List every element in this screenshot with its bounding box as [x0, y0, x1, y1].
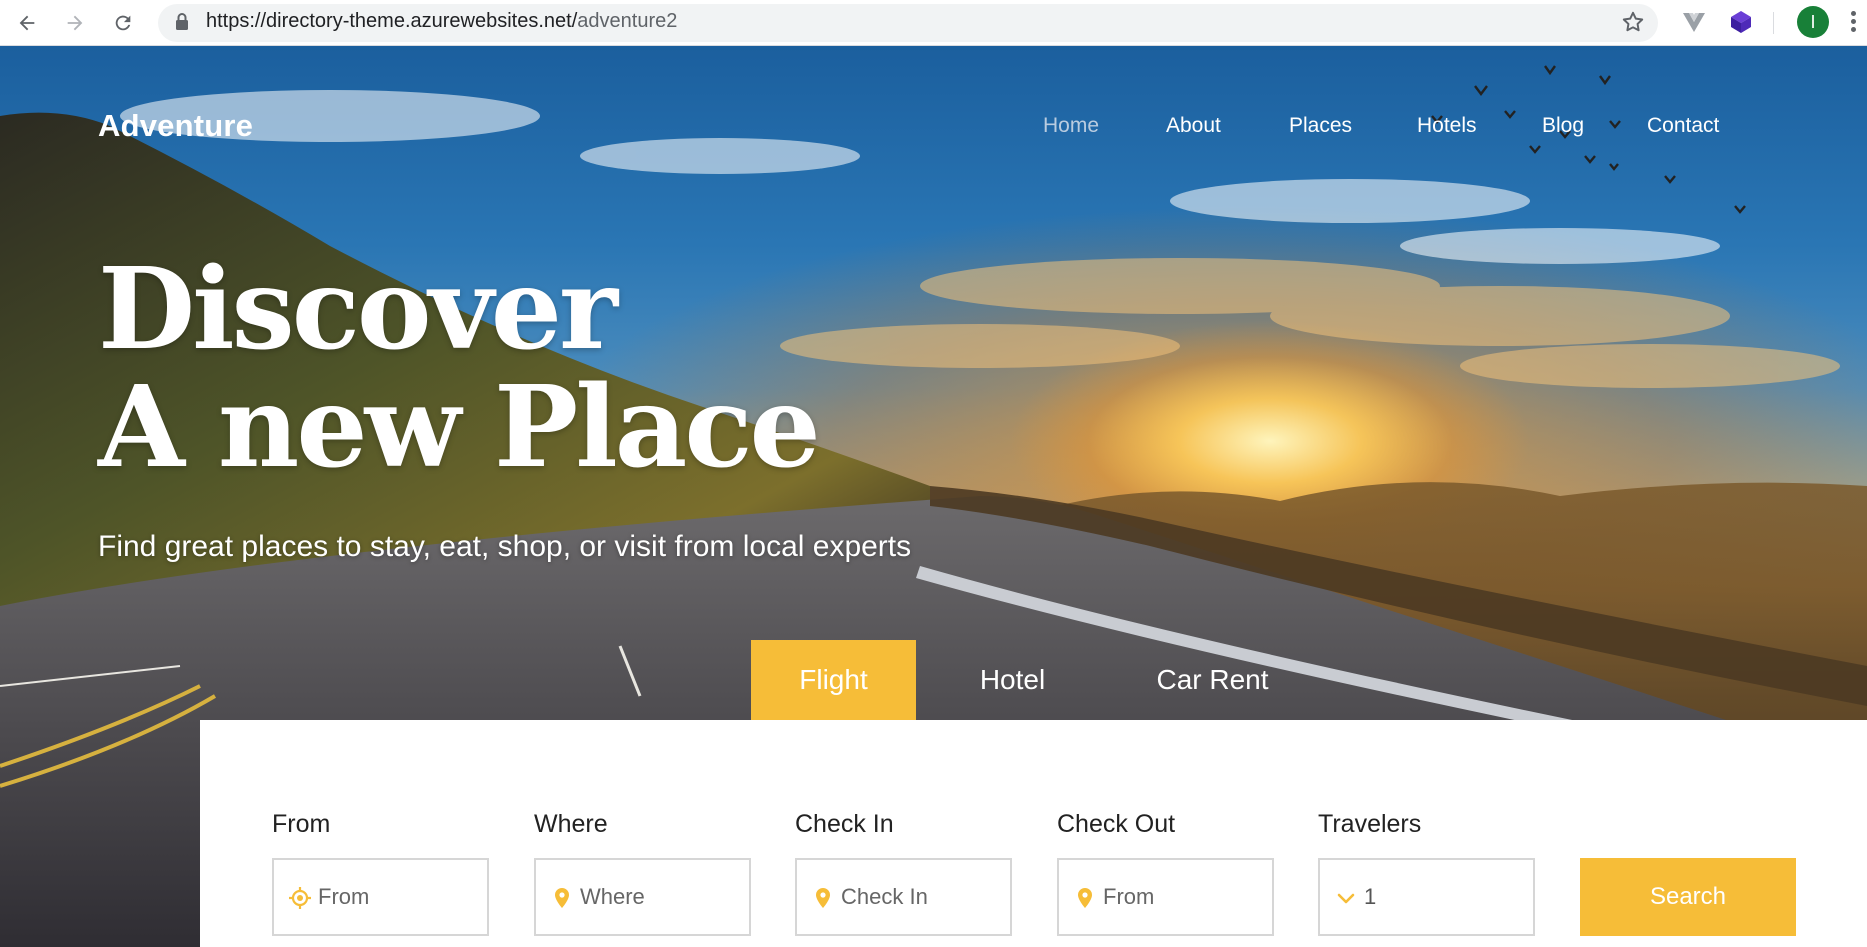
forward-icon[interactable]: [60, 8, 90, 38]
nav-hotels[interactable]: Hotels: [1417, 114, 1477, 138]
map-pin-icon: [1078, 888, 1092, 908]
where-label: Where: [534, 810, 608, 838]
lock-icon: [176, 13, 188, 30]
cube-extension-icon[interactable]: [1727, 8, 1755, 36]
site-nav: Home About Places Hotels Blog Contact: [0, 114, 1867, 144]
search-button[interactable]: Search: [1580, 858, 1796, 936]
search-panel: From Where Check In Check Out: [200, 720, 1867, 947]
travelers-value[interactable]: [1364, 862, 1529, 932]
tab-hotel[interactable]: Hotel: [930, 640, 1095, 720]
headline-line-2: A new Place: [98, 362, 821, 493]
tab-flight[interactable]: Flight: [751, 640, 916, 720]
headline-line-1: Discover: [98, 244, 618, 375]
nav-about[interactable]: About: [1166, 114, 1221, 138]
tab-car-rent[interactable]: Car Rent: [1120, 640, 1305, 720]
nav-contact[interactable]: Contact: [1647, 114, 1719, 138]
nav-blog[interactable]: Blog: [1542, 114, 1584, 138]
chevron-down-icon: [1337, 893, 1355, 904]
from-field[interactable]: [272, 858, 489, 936]
url-host: https://directory-theme.azurewebsites.ne…: [206, 10, 578, 32]
where-field[interactable]: [534, 858, 751, 936]
crosshair-icon: [289, 887, 311, 909]
check-out-label: Check Out: [1057, 810, 1176, 838]
star-icon[interactable]: [1620, 9, 1646, 35]
reload-icon[interactable]: [108, 8, 138, 38]
nav-home[interactable]: Home: [1043, 114, 1099, 138]
hero-subtitle: Find great places to stay, eat, shop, or…: [98, 530, 912, 563]
check-out-input[interactable]: [1103, 862, 1268, 932]
profile-avatar[interactable]: I: [1797, 6, 1829, 38]
map-pin-icon: [555, 888, 569, 908]
back-icon[interactable]: [12, 8, 42, 38]
from-label: From: [272, 810, 331, 838]
url-path: adventure2: [577, 10, 678, 32]
check-in-input[interactable]: [841, 862, 1006, 932]
toolbar-divider: [1773, 12, 1774, 34]
hero-headline: Discover A new Place: [98, 244, 821, 493]
where-input[interactable]: [580, 862, 745, 932]
travelers-label: Travelers: [1318, 810, 1422, 838]
check-out-field[interactable]: [1057, 858, 1274, 936]
nav-places[interactable]: Places: [1289, 114, 1352, 138]
travelers-select[interactable]: [1318, 858, 1535, 936]
map-pin-icon: [816, 888, 830, 908]
vue-extension-icon[interactable]: [1680, 8, 1708, 36]
check-in-field[interactable]: [795, 858, 1012, 936]
url-text[interactable]: https://directory-theme.azurewebsites.ne…: [206, 10, 677, 33]
menu-kebab-icon[interactable]: [1846, 8, 1860, 36]
from-input[interactable]: [318, 862, 483, 932]
check-in-label: Check In: [795, 810, 894, 838]
browser-toolbar: https://directory-theme.azurewebsites.ne…: [0, 0, 1867, 46]
